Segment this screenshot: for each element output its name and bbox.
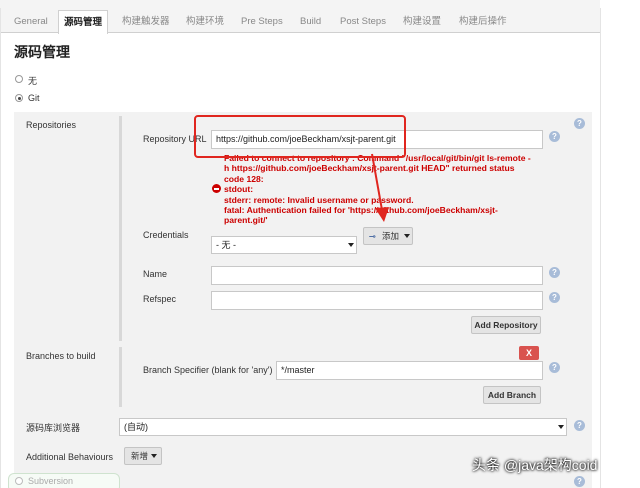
scm-none-label: 无 <box>28 76 38 86</box>
chevron-down-icon <box>151 454 157 458</box>
error-icon <box>212 184 221 193</box>
chevron-down-icon <box>558 425 564 429</box>
add-repository-button[interactable]: Add Repository <box>471 316 541 334</box>
name-input[interactable] <box>211 266 543 285</box>
right-divider <box>600 8 601 488</box>
annotation-arrow-icon <box>371 153 389 222</box>
scm-subversion-radio[interactable] <box>15 477 23 485</box>
subversion-help-icon[interactable]: ? <box>574 476 585 487</box>
add-branch-button[interactable]: Add Branch <box>483 386 541 404</box>
branch-specifier-label: Branch Specifier (blank for 'any') <box>143 365 273 375</box>
additional-behaviours-label: Additional Behaviours <box>26 452 114 462</box>
key-icon: ⊸ <box>369 232 376 241</box>
refspec-label: Refspec <box>143 294 177 304</box>
branch-specifier-help-icon[interactable]: ? <box>549 362 560 373</box>
tab-general[interactable]: General <box>14 10 48 34</box>
tab-post-steps[interactable]: Post Steps <box>340 10 386 34</box>
subversion-label: Subversion <box>28 476 74 486</box>
scm-git-label: Git <box>28 93 40 103</box>
repositories-label: Repositories <box>26 120 77 130</box>
repository-browser-help-icon[interactable]: ? <box>574 420 585 431</box>
tab-post-build-actions[interactable]: 构建后操作 <box>459 10 507 34</box>
chevron-down-icon <box>404 234 410 238</box>
tab-pre-steps[interactable]: Pre Steps <box>241 10 283 34</box>
chevron-down-icon <box>348 243 354 247</box>
refspec-help-icon[interactable]: ? <box>549 292 560 303</box>
tab-scm[interactable]: 源码管理 <box>58 10 108 34</box>
tab-build-triggers[interactable]: 构建触发器 <box>122 10 170 34</box>
credentials-select[interactable]: - 无 - <box>211 236 357 254</box>
tab-build-environment[interactable]: 构建环境 <box>186 10 224 34</box>
credentials-value: - 无 - <box>216 240 236 250</box>
tab-build-settings[interactable]: 构建设置 <box>403 10 441 34</box>
branch-specifier-input[interactable]: */master <box>276 361 543 380</box>
right-margin <box>600 0 640 488</box>
tab-build[interactable]: Build <box>300 10 321 34</box>
repository-browser-value: (自动) <box>124 422 148 432</box>
add-behaviour-label: 新增 <box>131 451 149 461</box>
credentials-label: Credentials <box>143 230 189 240</box>
name-label: Name <box>143 269 168 279</box>
scm-git-radio[interactable] <box>15 94 23 102</box>
delete-branch-button[interactable]: X <box>519 346 539 360</box>
repositories-help-icon[interactable]: ? <box>574 118 585 129</box>
repository-browser-label: 源码库浏览器 <box>26 423 81 433</box>
add-behaviour-button[interactable]: 新增 <box>124 447 162 465</box>
left-divider <box>0 8 1 488</box>
branches-label: Branches to build <box>26 351 96 361</box>
watermark: 头条 @java架构coid <box>472 457 598 473</box>
repository-url-help-icon[interactable]: ? <box>549 131 560 142</box>
page-title: 源码管理 <box>14 44 70 60</box>
refspec-input[interactable] <box>211 291 543 310</box>
add-credentials-label: 添加 <box>382 231 400 241</box>
repository-browser-select[interactable]: (自动) <box>119 418 567 436</box>
name-help-icon[interactable]: ? <box>549 267 560 278</box>
scm-none-radio[interactable] <box>15 75 23 83</box>
